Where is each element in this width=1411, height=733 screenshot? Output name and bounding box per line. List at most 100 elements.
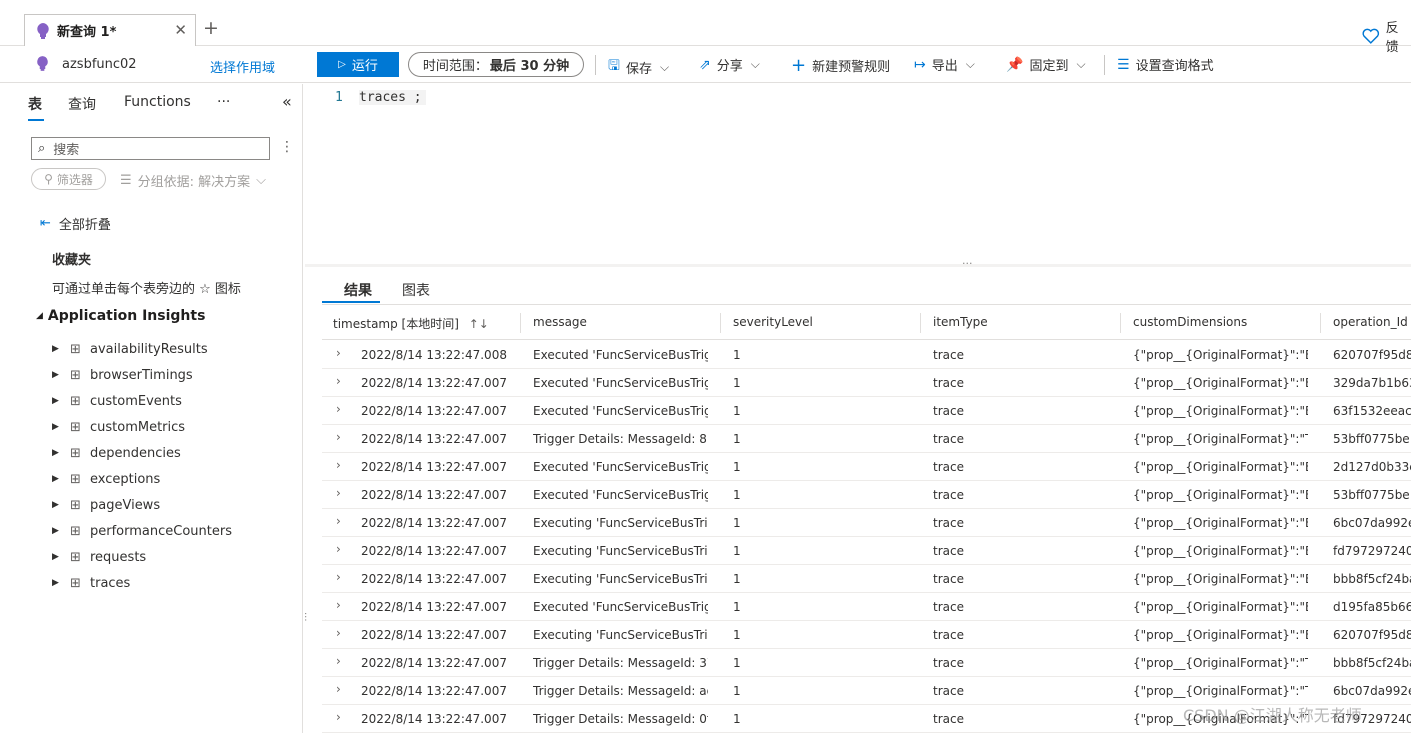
expand-row-icon[interactable]: › — [336, 570, 341, 584]
table-item-customEvents[interactable]: ▶ ⊞ customEvents — [52, 388, 232, 414]
heart-icon — [1362, 28, 1380, 44]
time-range-button[interactable]: 时间范围： 最后 30 分钟 — [408, 52, 584, 77]
collapse-panel-icon[interactable]: « — [282, 92, 292, 111]
expand-row-icon[interactable]: › — [336, 542, 341, 556]
table-row[interactable]: › 2022/8/14 13:22:47.007 Executed 'FuncSer… — [322, 369, 1411, 397]
chevron-right-icon[interactable]: ▶ — [52, 500, 70, 510]
vertical-splitter-handle[interactable]: ··· — [299, 612, 310, 622]
table-item-requests[interactable]: ▶ ⊞ requests — [52, 544, 232, 570]
query-editor[interactable]: 1 traces ; — [305, 84, 1411, 264]
table-row[interactable]: › 2022/8/14 13:22:47.007 Executed 'FuncSer… — [322, 593, 1411, 621]
chevron-right-icon[interactable]: ▶ — [52, 552, 70, 562]
chevron-down-icon: ⌵ — [659, 59, 670, 74]
collapse-all-button[interactable]: ⇤ 全部折叠 — [40, 214, 111, 233]
pin-to-button[interactable]: 📌 固定到 ⌵ — [1006, 55, 1086, 75]
table-row[interactable]: › 2022/8/14 13:22:47.007 Trigger Details: … — [322, 649, 1411, 677]
close-tab-icon[interactable]: ✕ — [174, 21, 187, 39]
table-item-exceptions[interactable]: ▶ ⊞ exceptions — [52, 466, 232, 492]
chevron-right-icon[interactable]: ▶ — [52, 396, 70, 406]
chevron-down-icon: ⌵ — [750, 57, 760, 71]
new-tab-button[interactable]: + — [203, 17, 219, 39]
table-cell: 2022/8/14 13:22:47.007 — [361, 516, 507, 530]
table-row[interactable]: › 2022/8/14 13:22:47.007 Trigger Details: … — [322, 425, 1411, 453]
chevron-right-icon[interactable]: ▶ — [52, 526, 70, 536]
column-divider[interactable] — [920, 313, 921, 333]
filter-button[interactable]: ⚲ 筛选器 — [31, 168, 106, 190]
group-by-dropdown[interactable]: ☰ 分组依据: 解决方案 ⌵ — [120, 171, 266, 190]
column-divider[interactable] — [1320, 313, 1321, 333]
expand-row-icon[interactable]: › — [336, 710, 341, 724]
column-divider[interactable] — [1120, 313, 1121, 333]
chevron-right-icon[interactable]: ▶ — [52, 344, 70, 354]
column-header[interactable]: severityLevel — [733, 315, 813, 329]
table-item-pageViews[interactable]: ▶ ⊞ pageViews — [52, 492, 232, 518]
column-header[interactable]: message — [533, 315, 587, 329]
expand-row-icon[interactable]: › — [336, 654, 341, 668]
code-line[interactable]: traces ; — [359, 90, 426, 105]
save-button[interactable]: 🖫 保存 ⌵ — [608, 55, 669, 79]
chevron-right-icon[interactable]: ▶ — [52, 422, 70, 432]
table-row[interactable]: › 2022/8/14 13:22:47.007 Executing 'FuncSe… — [322, 537, 1411, 565]
expand-row-icon[interactable]: › — [336, 346, 341, 360]
table-icon: ⊞ — [70, 393, 81, 409]
tab-queries[interactable]: 查询 — [68, 94, 96, 114]
column-divider[interactable] — [720, 313, 721, 333]
table-item-traces[interactable]: ▶ ⊞ traces — [52, 570, 232, 596]
expand-row-icon[interactable]: › — [336, 514, 341, 528]
expand-row-icon[interactable]: › — [336, 458, 341, 472]
column-header[interactable]: operation_Id — [1333, 315, 1408, 329]
expand-row-icon[interactable]: › — [336, 374, 341, 388]
table-row[interactable]: › 2022/8/14 13:22:47.007 Executing 'FuncSe… — [322, 509, 1411, 537]
table-row[interactable]: › 2022/8/14 13:22:47.007 Executed 'FuncSer… — [322, 397, 1411, 425]
table-icon: ⊞ — [70, 497, 81, 513]
table-item-availabilityResults[interactable]: ▶ ⊞ availabilityResults — [52, 336, 232, 362]
chevron-right-icon[interactable]: ▶ — [52, 578, 70, 588]
tab-chart[interactable]: 图表 — [402, 280, 430, 300]
table-row[interactable]: › 2022/8/14 13:22:47.007 Executing 'FuncSe… — [322, 565, 1411, 593]
chevron-right-icon[interactable]: ▶ — [52, 370, 70, 380]
format-query-button[interactable]: ☰ 设置查询格式 — [1117, 55, 1214, 75]
table-cell: 2022/8/14 13:22:47.007 — [361, 376, 507, 390]
chevron-right-icon[interactable]: ▶ — [52, 474, 70, 484]
table-item-customMetrics[interactable]: ▶ ⊞ customMetrics — [52, 414, 232, 440]
expand-row-icon[interactable]: › — [336, 430, 341, 444]
table-item-performanceCounters[interactable]: ▶ ⊞ performanceCounters — [52, 518, 232, 544]
table-cell: 1 — [733, 656, 741, 670]
table-row[interactable]: › 2022/8/14 13:22:47.007 Executed 'FuncSer… — [322, 481, 1411, 509]
expand-row-icon[interactable]: › — [336, 486, 341, 500]
chevron-down-icon: ⌵ — [256, 173, 267, 188]
tab-results[interactable]: 结果 — [344, 280, 372, 300]
expand-row-icon[interactable]: › — [336, 598, 341, 612]
expand-row-icon[interactable]: › — [336, 682, 341, 696]
expand-row-icon[interactable]: › — [336, 626, 341, 640]
column-header[interactable]: timestamp [本地时间] ↑↓ — [333, 315, 489, 332]
horizontal-splitter[interactable]: ··· — [305, 257, 1411, 270]
chevron-right-icon[interactable]: ▶ — [52, 448, 70, 458]
tab-functions[interactable]: Functions — [124, 94, 191, 110]
run-button[interactable]: ▷ 运行 — [317, 52, 399, 77]
export-button[interactable]: ↦ 导出 ⌵ — [914, 55, 975, 75]
query-tab[interactable]: 新查询 1* ✕ — [24, 14, 196, 46]
format-label: 设置查询格式 — [1135, 59, 1214, 74]
new-alert-rule-button[interactable]: + 新建预警规则 — [791, 55, 890, 76]
tab-tables[interactable]: 表 — [28, 94, 42, 114]
select-scope-link[interactable]: 选择作用域 — [210, 57, 275, 76]
column-header[interactable]: customDimensions — [1133, 315, 1247, 329]
share-button[interactable]: ⇗ 分享 ⌵ — [699, 55, 760, 75]
table-item-dependencies[interactable]: ▶ ⊞ dependencies — [52, 440, 232, 466]
more-tabs-button[interactable]: ··· — [217, 94, 230, 110]
table-cell: {"prop__{OriginalFormat}":"Trig... — [1133, 684, 1308, 698]
table-item-browserTimings[interactable]: ▶ ⊞ browserTimings — [52, 362, 232, 388]
table-row[interactable]: › 2022/8/14 13:22:47.007 Executing 'FuncSe… — [322, 621, 1411, 649]
table-row[interactable]: › 2022/8/14 13:22:47.008 Executed 'FuncSer… — [322, 341, 1411, 369]
more-options-icon[interactable]: ⋮ — [280, 139, 294, 155]
column-header[interactable]: itemType — [933, 315, 988, 329]
tab-strip: 新查询 1* ✕ + 反馈 — [0, 0, 1411, 55]
application-insights-group[interactable]: ◢ Application Insights — [36, 308, 205, 324]
expand-row-icon[interactable]: › — [336, 402, 341, 416]
table-row[interactable]: › 2022/8/14 13:22:47.007 Trigger Details: … — [322, 677, 1411, 705]
search-input[interactable]: ⌕ 搜索 — [31, 137, 270, 160]
column-divider[interactable] — [520, 313, 521, 333]
results-grid: timestamp [本地时间] ↑↓ message severityLeve… — [322, 304, 1411, 733]
table-row[interactable]: › 2022/8/14 13:22:47.007 Executed 'FuncSer… — [322, 453, 1411, 481]
